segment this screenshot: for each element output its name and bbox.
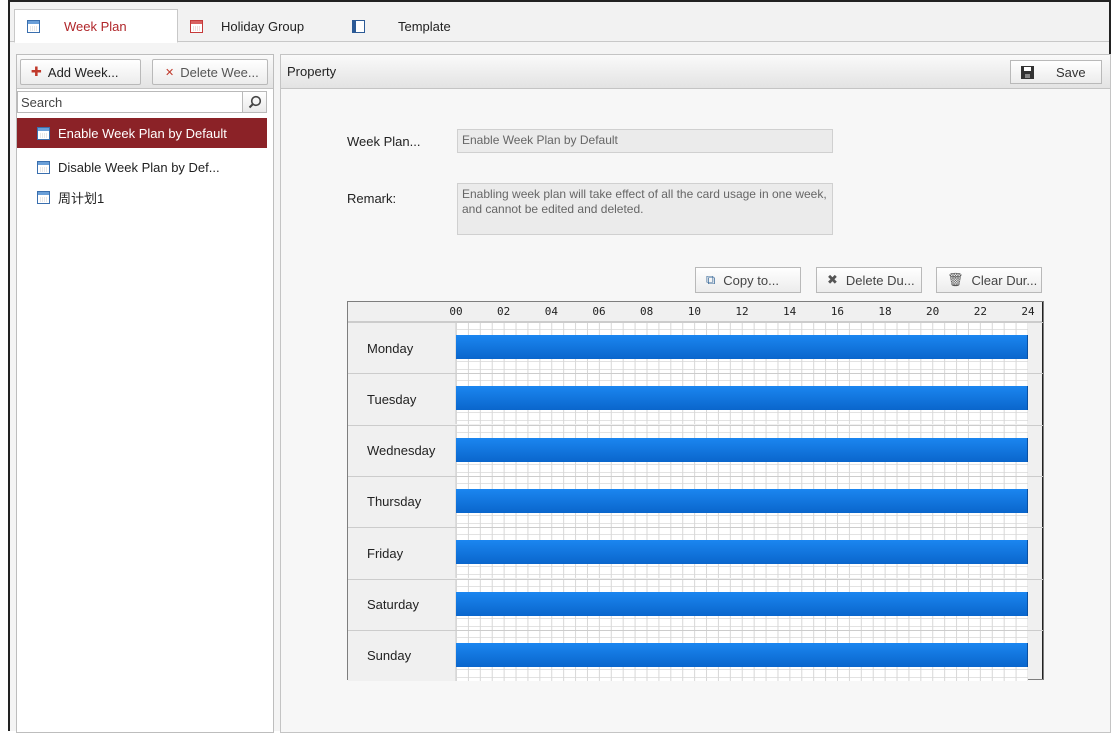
day-label: Friday [348, 528, 456, 579]
day-label: Tuesday [348, 374, 456, 425]
tab-holiday-group[interactable]: Holiday Group [190, 9, 340, 43]
week-plan-name-label: Week Plan... [347, 134, 421, 149]
copy-icon: ⧉ [706, 272, 716, 287]
trash-icon: 🗑 [947, 272, 964, 287]
list-item-label: Disable Week Plan by Def... [58, 159, 220, 175]
search-input[interactable] [18, 92, 238, 112]
remark-label: Remark: [347, 191, 397, 206]
hour-tick-label: 02 [497, 305, 511, 318]
hour-tick-label: 04 [544, 305, 558, 318]
week-schedule-grid: 00 02 04 06 08 10 12 14 16 18 20 22 24 Monday Tuesday… [347, 301, 1044, 681]
time-segment-bar[interactable] [456, 540, 1028, 565]
property-title: Property [287, 64, 337, 79]
tab-bar: Week Plan Holiday Group Template [10, 2, 1109, 43]
delete-week-plan-button[interactable]: ✕ Delete Wee... [152, 59, 268, 85]
schedule-row-thursday: Thursday [348, 475, 1043, 527]
hour-tick-label: 08 [640, 305, 654, 318]
day-time-track[interactable] [456, 630, 1028, 681]
time-segment-bar[interactable] [456, 386, 1028, 411]
property-panel: Property Save Week Plan... Enable Week P… [280, 54, 1111, 733]
delete-week-plan-label: Delete Wee... [180, 64, 259, 80]
hour-tick-label: 12 [735, 305, 749, 318]
time-segment-bar[interactable] [456, 591, 1028, 616]
list-item-disable-week-plan[interactable]: Disable Week Plan by Def... [17, 152, 267, 182]
hour-tick-label: 22 [973, 305, 987, 318]
hour-tick-label: 18 [878, 305, 892, 318]
list-item-enable-week-plan[interactable]: Enable Week Plan by Default [17, 118, 267, 148]
add-week-plan-label: Add Week... [47, 64, 119, 80]
day-label: Thursday [348, 476, 456, 527]
search-icon [248, 95, 261, 109]
holiday-calendar-icon [190, 19, 203, 33]
app-window: Week Plan Holiday Group Template ✚ Add W… [8, 0, 1111, 733]
schedule-row-tuesday: Tuesday [348, 373, 1043, 425]
save-disk-icon [1021, 65, 1034, 79]
clear-duration-button[interactable]: 🗑 Clear Dur... [936, 267, 1042, 293]
save-label: Save [1056, 64, 1086, 80]
hour-tick-label: 16 [830, 305, 844, 318]
week-plan-list-panel: ✚ Add Week... ✕ Delete Wee... Enable Wee… [16, 54, 274, 733]
add-week-plan-button[interactable]: ✚ Add Week... [20, 59, 141, 85]
hour-tick-label: 10 [687, 305, 701, 318]
time-segment-bar[interactable] [456, 335, 1028, 359]
calendar-icon [37, 160, 50, 174]
day-label: Sunday [348, 630, 456, 681]
clear-duration-label: Clear Dur... [971, 272, 1038, 288]
tab-holiday-group-label: Holiday Group [221, 18, 305, 34]
calendar-icon [27, 19, 40, 33]
day-time-track[interactable] [456, 528, 1028, 579]
delete-icon: ✕ [165, 66, 175, 79]
time-segment-bar[interactable] [456, 488, 1028, 513]
tab-template-label: Template [398, 18, 451, 34]
day-time-track[interactable] [456, 323, 1028, 373]
schedule-row-friday: Friday [348, 527, 1043, 579]
calendar-icon [37, 190, 50, 204]
hour-tick-label: 20 [926, 305, 940, 318]
template-icon [352, 19, 365, 33]
tab-template[interactable]: Template [352, 9, 482, 43]
hour-tick-label: 06 [592, 305, 606, 318]
copy-to-label: Copy to... [723, 272, 779, 288]
list-item-week-plan-1[interactable]: 周计划1 [17, 182, 267, 212]
day-time-track[interactable] [456, 579, 1028, 630]
week-plan-name-field[interactable]: Enable Week Plan by Default [457, 129, 833, 153]
schedule-row-monday: Monday [348, 322, 1043, 373]
day-label: Monday [348, 323, 456, 373]
copy-to-button[interactable]: ⧉ Copy to... [695, 267, 801, 293]
tab-week-plan-label: Week Plan [64, 18, 127, 34]
list-item-label: 周计划1 [58, 190, 105, 206]
time-segment-bar[interactable] [456, 437, 1028, 462]
schedule-row-saturday: Saturday [348, 578, 1043, 630]
hour-axis: 00 02 04 06 08 10 12 14 16 18 20 22 24 [348, 302, 1043, 322]
hour-tick-label: 24 [1021, 305, 1035, 318]
schedule-row-wednesday: Wednesday [348, 424, 1043, 476]
delete-x-icon: ✖ [827, 272, 838, 287]
tab-week-plan[interactable]: Week Plan [14, 9, 178, 43]
hour-tick-label: 00 [449, 305, 463, 318]
property-toolbar: Property Save [281, 55, 1110, 89]
hour-tick-label: 14 [783, 305, 797, 318]
list-item-label: Enable Week Plan by Default [58, 125, 227, 141]
calendar-icon [37, 126, 50, 140]
day-label: Wednesday [348, 425, 456, 476]
remark-field[interactable]: Enabling week plan will take effect of a… [457, 183, 833, 235]
save-button[interactable]: Save [1010, 60, 1102, 84]
list-toolbar: ✚ Add Week... ✕ Delete Wee... [17, 55, 273, 89]
day-time-track[interactable] [456, 476, 1028, 527]
schedule-row-sunday: Sunday [348, 629, 1043, 681]
search-box [17, 91, 267, 113]
search-button[interactable] [242, 92, 266, 112]
time-segment-bar[interactable] [456, 642, 1028, 667]
day-time-track[interactable] [456, 374, 1028, 425]
delete-duration-button[interactable]: ✖ Delete Du... [816, 267, 922, 293]
day-time-track[interactable] [456, 425, 1028, 476]
delete-duration-label: Delete Du... [845, 272, 915, 288]
day-label: Saturday [348, 579, 456, 630]
add-icon: ✚ [31, 64, 42, 79]
